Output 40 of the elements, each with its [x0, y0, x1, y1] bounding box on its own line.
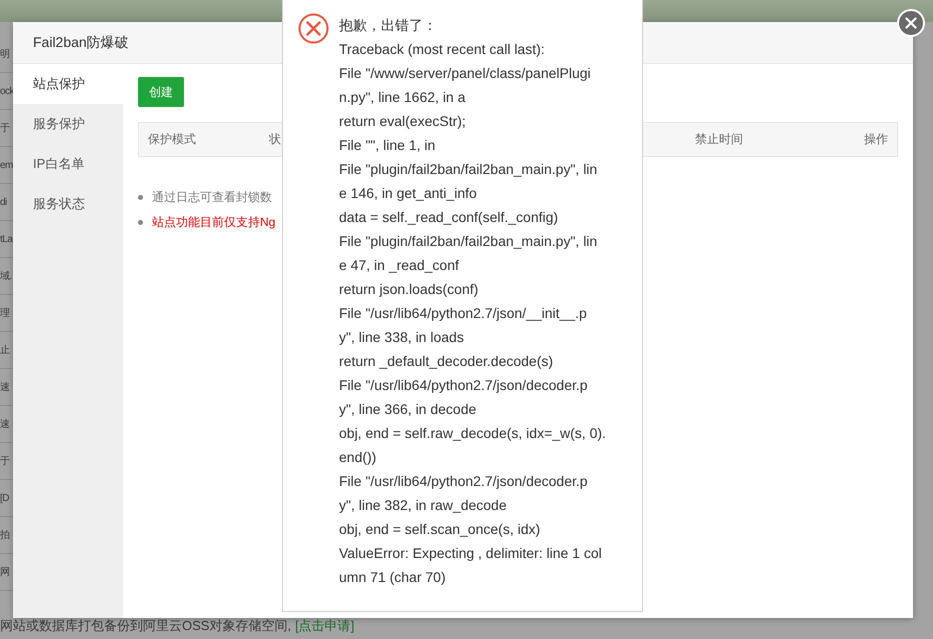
error-icon [298, 13, 329, 44]
footer-text: 网站或数据库打包备份到阿里云OSS对象存储空间, [0, 617, 292, 635]
error-text: obj, end = self.scan_once(s, idx) [339, 520, 542, 539]
error-text: end()) [339, 448, 378, 467]
sidebar-item[interactable]: 站点保护 [13, 64, 123, 104]
error-text: File "plugin/fail2ban/fail2ban_main.py", lin [339, 160, 598, 179]
error-text: obj, end = self.raw_decode(s, idx=_w(s, 0). [339, 424, 606, 443]
bullet-icon [138, 195, 143, 200]
error-text: ValueError: Expecting , delimiter: line 1 col [339, 544, 603, 563]
error-text: 抱歉，出错了： [339, 16, 438, 35]
error-text: n.py", line 1662, in a [339, 88, 466, 107]
sidebar-item[interactable]: IP白名单 [13, 144, 123, 184]
error-text: File "", line 1, in [339, 136, 436, 155]
error-text: data = self._read_conf(self._config) [339, 208, 560, 227]
column-header: 状 [269, 131, 281, 148]
error-text: y", line 366, in decode [339, 400, 478, 419]
error-text: File "/usr/lib64/python2.7/json/__init__.p [339, 304, 588, 323]
note-text: 站点功能目前仅支持Ng [152, 214, 276, 231]
error-text: File "/usr/lib64/python2.7/json/decoder.p [339, 472, 589, 491]
error-text: File "/usr/lib64/python2.7/json/decoder.p [339, 376, 589, 395]
sidebar-item[interactable]: 服务保护 [13, 104, 123, 144]
error-text: File "plugin/fail2ban/fail2ban_main.py", lin [339, 232, 598, 251]
error-text: return json.loads(conf) [339, 280, 480, 299]
column-header: 禁止时间 [695, 131, 743, 148]
error-text: umn 71 (char 70) [339, 568, 447, 587]
error-text: Traceback (most recent call last): [339, 40, 546, 59]
bullet-icon [138, 220, 143, 225]
error-text: return _default_decoder.decode(s) [339, 352, 554, 371]
error-text: y", line 338, in loads [339, 328, 465, 347]
dialog-title: Fail2ban防爆破 [33, 34, 129, 52]
column-header: 操作 [864, 131, 888, 148]
column-header: 保护模式 [148, 131, 196, 148]
error-text: y", line 382, in raw_decode [339, 496, 508, 515]
sidebar-item[interactable]: 服务状态 [13, 184, 123, 224]
error-text: e 146, in get_anti_info [339, 184, 478, 203]
error-text: File "/www/server/panel/class/panelPlugi [339, 64, 592, 83]
close-icon [905, 17, 917, 29]
error-text: e 47, in _read_conf [339, 256, 460, 275]
error-text: return eval(execStr); [339, 112, 467, 131]
note-text: 通过日志可查看封锁数 [152, 189, 272, 206]
